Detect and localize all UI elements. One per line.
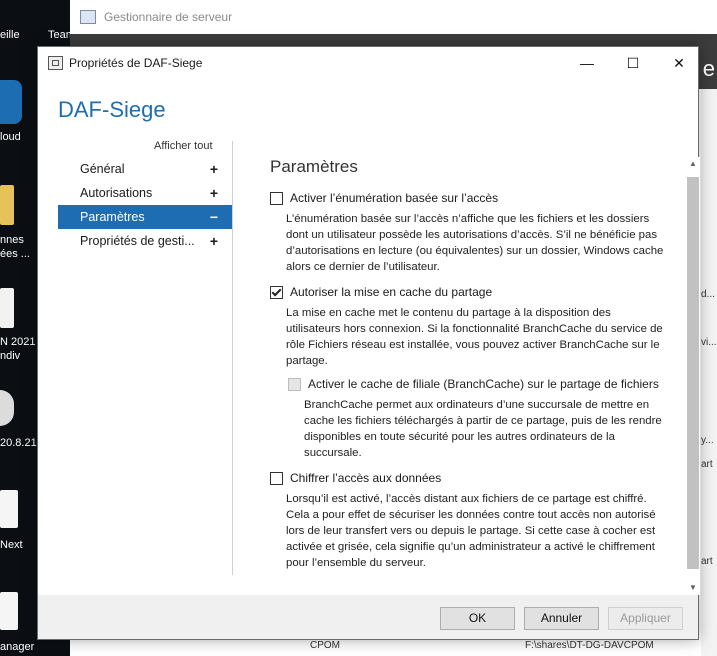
- option-description: Lorsqu’il est activé, l’accès distant au…: [286, 493, 656, 569]
- option-share-caching[interactable]: Autoriser la mise en cache du partage: [270, 285, 680, 299]
- close-button[interactable]: ✕: [656, 47, 702, 79]
- option-access-enumeration[interactable]: Activer l’énumération basée sur l’accès: [270, 191, 680, 205]
- share-caching-checkbox[interactable]: [270, 286, 283, 299]
- list-row-path[interactable]: F:\shares\DT-DG-DAVCPOM: [525, 640, 654, 651]
- browser-icon[interactable]: [0, 592, 18, 630]
- browser-icon[interactable]: [0, 490, 18, 528]
- nav-item-settings[interactable]: Paramètres −: [58, 205, 232, 229]
- header-letter: e: [702, 56, 715, 81]
- option-label: Autoriser la mise en cache du partage: [290, 285, 493, 299]
- list-row-name[interactable]: CPOM: [310, 640, 340, 651]
- cancel-button[interactable]: Annuler: [524, 607, 599, 630]
- section-title: Paramètres: [270, 157, 358, 176]
- access-enumeration-checkbox[interactable]: [270, 192, 283, 205]
- scroll-down-icon[interactable]: ▼: [686, 581, 700, 595]
- encrypt-access-checkbox[interactable]: [270, 472, 283, 485]
- option-description: La mise en cache met le contenu du parta…: [286, 307, 663, 367]
- option-label: Activer l’énumération basée sur l’accès: [290, 191, 499, 205]
- server-manager-titlebar: Gestionnaire de serveur: [70, 0, 717, 35]
- desktop-label: anager: [0, 641, 35, 653]
- branchcache-suboption: Activer le cache de filiale (BranchCache…: [288, 377, 680, 461]
- minimize-button[interactable]: —: [564, 47, 610, 79]
- nav-item-management-properties[interactable]: Propriétés de gesti... +: [58, 229, 232, 253]
- option-description: BranchCache permet aux ordinateurs d’une…: [304, 399, 662, 459]
- settings-scrollbar[interactable]: ▲ ▼: [686, 157, 700, 595]
- maximize-button[interactable]: ☐: [610, 47, 656, 79]
- properties-icon: [48, 56, 63, 70]
- properties-dialog: Propriétés de DAF-Siege — ☐ ✕ DAF-Siege …: [37, 46, 702, 640]
- dialog-button-bar: OK Annuler Appliquer: [38, 595, 698, 639]
- folder-icon[interactable]: [0, 185, 14, 225]
- list-snippet: vi...: [701, 337, 717, 348]
- scrollbar-thumb[interactable]: [687, 177, 699, 569]
- share-heading: DAF-Siege: [58, 97, 166, 122]
- nav-item-label: Propriétés de gesti...: [80, 234, 195, 248]
- cloud-icon[interactable]: [0, 80, 22, 124]
- expand-icon: +: [209, 185, 218, 201]
- option-encrypt-access[interactable]: Chiffrer l’accès aux données: [270, 471, 680, 485]
- apply-button[interactable]: Appliquer: [608, 607, 683, 630]
- nav-item-label: Paramètres: [80, 210, 145, 224]
- option-branchcache[interactable]: Activer le cache de filiale (BranchCache…: [288, 377, 680, 391]
- show-all-link[interactable]: Afficher tout: [154, 140, 213, 152]
- option-label: Activer le cache de filiale (BranchCache…: [308, 377, 659, 391]
- nav-divider: [232, 141, 233, 575]
- ok-button[interactable]: OK: [440, 607, 515, 630]
- server-manager-icon: [80, 10, 96, 24]
- list-snippet: art: [701, 459, 713, 470]
- disc-icon[interactable]: [0, 390, 14, 426]
- list-snippet: d...: [701, 289, 715, 300]
- option-description: L’énumération basée sur l’accès n’affich…: [286, 213, 664, 273]
- list-snippet: y...: [701, 435, 714, 446]
- collapse-icon: −: [209, 209, 218, 225]
- dialog-title: Propriétés de DAF-Siege: [69, 56, 203, 70]
- server-manager-list-edge: d... vi... y... art art: [701, 89, 717, 656]
- settings-panel: Paramètres Activer l’énumération basée s…: [270, 157, 680, 571]
- nav-item-label: Général: [80, 162, 125, 176]
- list-snippet: art: [701, 556, 713, 567]
- section-nav: Général + Autorisations + Paramètres − P…: [58, 157, 232, 253]
- nav-item-label: Autorisations: [80, 186, 153, 200]
- nav-item-permissions[interactable]: Autorisations +: [58, 181, 232, 205]
- option-label: Chiffrer l’accès aux données: [290, 471, 442, 485]
- document-icon[interactable]: [0, 288, 14, 328]
- server-manager-title: Gestionnaire de serveur: [104, 10, 233, 24]
- scroll-up-icon[interactable]: ▲: [686, 157, 700, 171]
- nav-item-general[interactable]: Général +: [58, 157, 232, 181]
- branchcache-checkbox[interactable]: [288, 378, 301, 391]
- expand-icon: +: [209, 233, 218, 249]
- expand-icon: +: [209, 161, 218, 177]
